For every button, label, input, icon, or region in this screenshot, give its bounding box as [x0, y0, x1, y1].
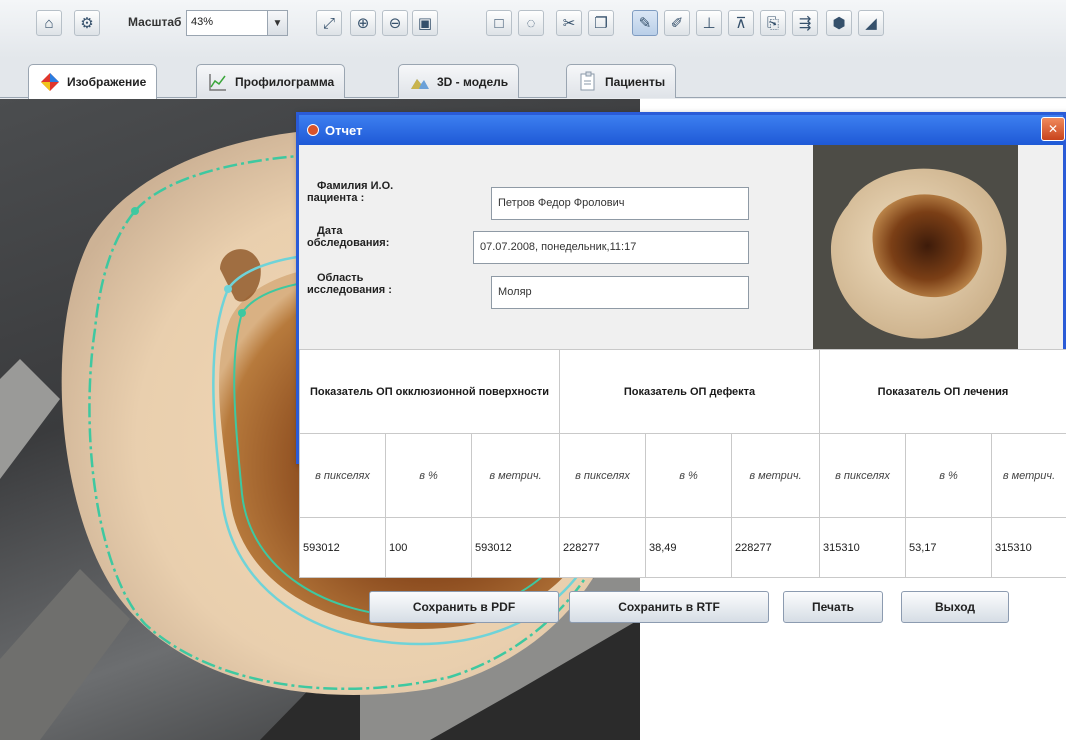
tab-bar: Изображение Профилограмма 3D - модель Па… — [0, 58, 1066, 99]
patient-name-field[interactable]: Петров Федор Фролович — [491, 187, 749, 220]
tab-image-label: Изображение — [67, 75, 147, 89]
unit-cell: в пикселях — [299, 433, 386, 518]
tooth-thumbnail — [813, 145, 1018, 349]
image-tab-icon — [39, 71, 61, 93]
print-button[interactable]: Печать — [783, 591, 883, 623]
tab-3d-model[interactable]: 3D - модель — [398, 64, 520, 98]
results-table: Показатель ОП окклюзионной поверхности П… — [299, 349, 1066, 578]
export-all-icon[interactable]: ⇶ — [792, 10, 818, 36]
patients-icon — [577, 71, 599, 93]
zoom-label: Масштаб — [128, 15, 182, 29]
profilogram-icon — [207, 71, 229, 93]
unit-cell: в метрич. — [731, 433, 820, 518]
draw-contour-icon[interactable]: ✎ — [632, 10, 658, 36]
open-icon[interactable]: ⌂ — [36, 10, 62, 36]
value-cell: 38,49 — [645, 517, 732, 578]
label-exam-date: Дата обследования: — [307, 225, 390, 249]
tab-patients[interactable]: Пациенты — [566, 64, 677, 98]
rect-select-icon[interactable]: □ — [486, 10, 512, 36]
chevron-down-icon[interactable]: ▼ — [267, 11, 287, 35]
header-defect: Показатель ОП дефекта — [559, 349, 820, 434]
fit-icon[interactable]: ⤢ — [316, 10, 342, 36]
close-icon[interactable]: ✕ — [1041, 117, 1065, 141]
contour-edit-icon[interactable]: ✐ — [664, 10, 690, 36]
table-values-row: 593012 100 593012 228277 38,49 228277 31… — [299, 517, 1066, 578]
zoom-out-icon[interactable]: ⊖ — [382, 10, 408, 36]
value-cell: 593012 — [299, 517, 386, 578]
zoom-select[interactable]: 43% ▼ — [186, 10, 288, 36]
unit-cell: в метрич. — [991, 433, 1066, 518]
value-cell: 228277 — [731, 517, 820, 578]
zoom-reset-icon[interactable]: ▣ — [412, 10, 438, 36]
tab-patients-label: Пациенты — [605, 74, 666, 89]
exam-area-field[interactable]: Моляр — [491, 276, 749, 309]
exit-button[interactable]: Выход — [901, 591, 1009, 623]
eraser-icon[interactable]: ◢ — [858, 10, 884, 36]
table-units-row: в пикселях в % в метрич. в пикселях в % … — [299, 433, 1066, 518]
unit-cell: в % — [385, 433, 472, 518]
label-exam-area: Область исследования : — [307, 272, 392, 296]
cut-icon[interactable]: ✂ — [556, 10, 582, 36]
exam-date-field[interactable]: 07.07.2008, понедельник,11:17 — [473, 231, 749, 264]
tab-3d-model-label: 3D - модель — [437, 74, 509, 89]
dialog-app-icon — [307, 124, 319, 136]
copy-icon[interactable]: ❐ — [588, 10, 614, 36]
unit-cell: в пикселях — [819, 433, 906, 518]
value-cell: 100 — [385, 517, 472, 578]
unit-cell: в пикселях — [559, 433, 646, 518]
unit-cell: в метрич. — [471, 433, 560, 518]
value-cell: 315310 — [819, 517, 906, 578]
lasso-icon[interactable]: ◌ — [518, 10, 544, 36]
dialog-title: Отчет — [325, 122, 363, 138]
dialog-titlebar[interactable]: Отчет — [299, 115, 1063, 145]
zoom-in-icon[interactable]: ⊕ — [350, 10, 376, 36]
export-icon[interactable]: ⎘ — [760, 10, 786, 36]
value-cell: 315310 — [991, 517, 1066, 578]
toolbar: ⌂ ⚙ Масштаб 43% ▼ ⤢ ⊕ ⊖ ▣ □ ◌ ✂ ❐ ✎ ✐ ⊥ … — [0, 0, 1066, 58]
save-pdf-button[interactable]: Сохранить в PDF — [369, 591, 559, 623]
table-header-row: Показатель ОП окклюзионной поверхности П… — [299, 349, 1066, 434]
label-patient-name: Фамилия И.О. пациента : — [307, 180, 394, 204]
color-icon[interactable]: ⬢ — [826, 10, 852, 36]
settings-icon[interactable]: ⚙ — [74, 10, 100, 36]
save-rtf-button[interactable]: Сохранить в RTF — [569, 591, 769, 623]
value-cell: 593012 — [471, 517, 560, 578]
value-cell: 53,17 — [905, 517, 992, 578]
report-dialog: Отчет ✕ Фамилия И.О. пациента : Петров Ф… — [296, 112, 1066, 623]
zoom-value: 43% — [191, 16, 214, 28]
3d-model-icon — [409, 71, 431, 93]
value-cell: 228277 — [559, 517, 646, 578]
header-treatment: Показатель ОП лечения — [819, 349, 1066, 434]
unit-cell: в % — [905, 433, 992, 518]
tab-image[interactable]: Изображение — [28, 64, 158, 99]
measure-area-icon[interactable]: ⊼ — [728, 10, 754, 36]
header-occlusal: Показатель ОП окклюзионной поверхности — [299, 349, 560, 434]
tab-profilogram[interactable]: Профилограмма — [196, 64, 346, 98]
measure-icon[interactable]: ⊥ — [696, 10, 722, 36]
unit-cell: в % — [645, 433, 732, 518]
tab-profilogram-label: Профилограмма — [235, 74, 335, 89]
